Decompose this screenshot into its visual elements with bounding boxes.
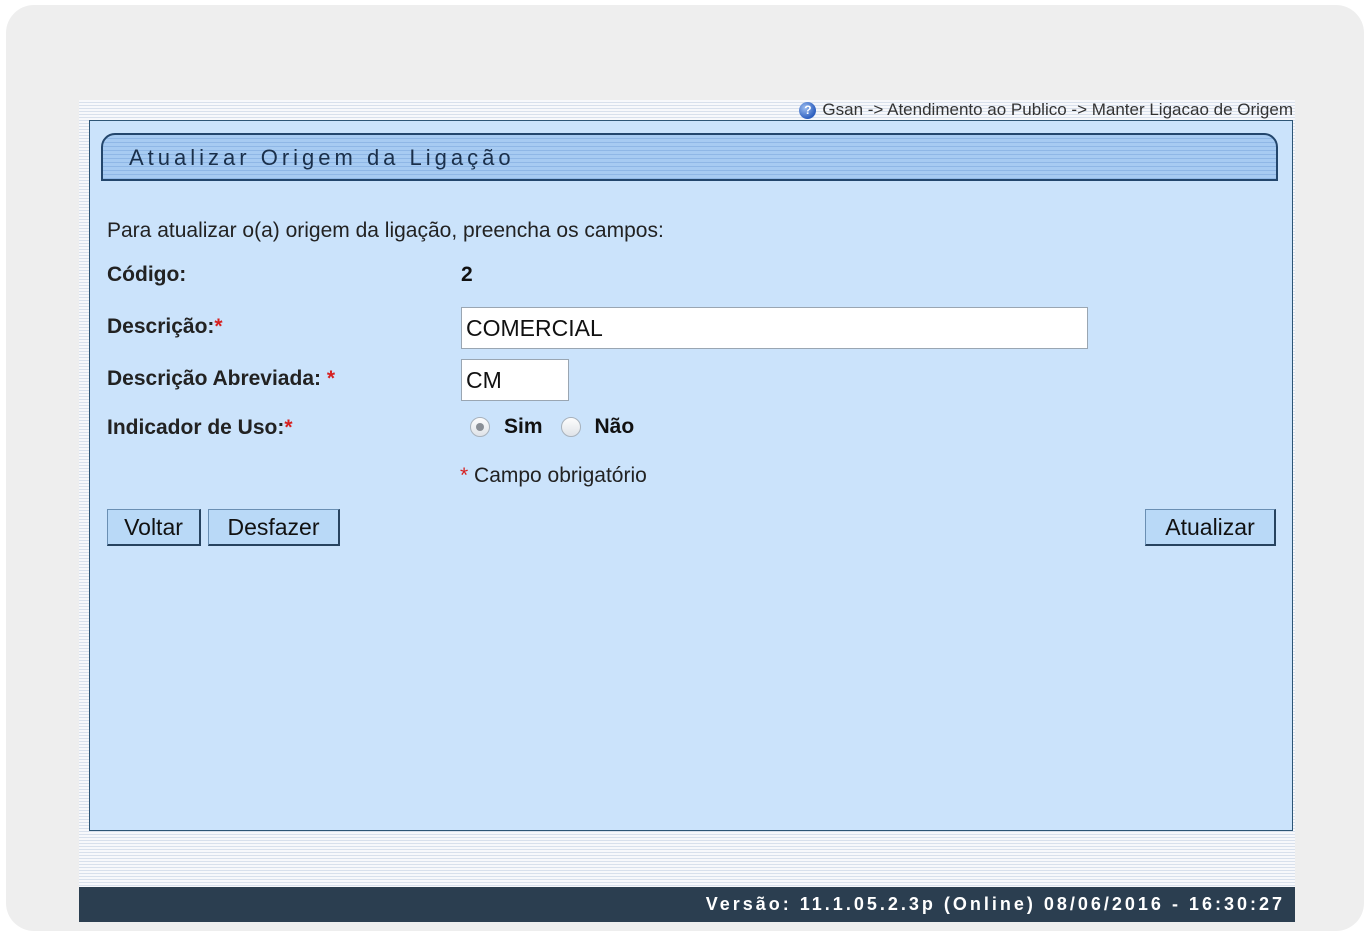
form-instructions: Para atualizar o(a) origem da ligação, p… — [107, 219, 664, 242]
desfazer-button[interactable]: Desfazer — [208, 509, 340, 546]
required-marker: * — [284, 416, 293, 439]
required-marker: * — [326, 367, 336, 390]
radio-nao[interactable] — [560, 417, 581, 437]
form-title-bar: Atualizar Origem da Ligação — [101, 133, 1278, 181]
descricao-abreviada-label-text: Descrição Abreviada: — [107, 367, 321, 390]
help-icon[interactable]: ? — [799, 101, 817, 119]
descricao-abreviada-input[interactable] — [461, 359, 569, 401]
descricao-label: Descrição:* — [107, 315, 223, 339]
voltar-button[interactable]: Voltar — [107, 509, 201, 546]
breadcrumb: ? Gsan -> Atendimento ao Publico -> Mant… — [799, 100, 1293, 120]
required-marker: * — [460, 464, 469, 487]
indicador-uso-radio-group: Sim Não — [470, 415, 652, 439]
page-container: ? Gsan -> Atendimento ao Publico -> Mant… — [79, 100, 1295, 922]
radio-sim-label[interactable]: Sim — [504, 415, 543, 439]
footer-bar: Versão: 11.1.05.2.3p (Online) 08/06/2016… — [79, 887, 1295, 922]
codigo-value: 2 — [461, 263, 473, 286]
codigo-label: Código: — [107, 263, 187, 286]
form-panel: Atualizar Origem da Ligação Para atualiz… — [89, 120, 1293, 831]
breadcrumb-text: Gsan -> Atendimento ao Publico -> Manter… — [822, 100, 1293, 119]
page-title: Atualizar Origem da Ligação — [129, 145, 515, 170]
descricao-input[interactable] — [461, 307, 1088, 349]
descricao-label-text: Descrição: — [107, 315, 215, 338]
required-note-text: Campo obrigatório — [474, 464, 647, 487]
radio-sim[interactable] — [470, 417, 490, 437]
indicador-uso-label: Indicador de Uso:* — [107, 416, 293, 440]
radio-nao-label[interactable]: Não — [595, 415, 635, 439]
atualizar-button[interactable]: Atualizar — [1145, 509, 1276, 546]
required-marker: * — [214, 315, 223, 338]
descricao-abreviada-label: Descrição Abreviada: * — [107, 367, 335, 391]
version-info: Versão: 11.1.05.2.3p (Online) 08/06/2016… — [705, 894, 1285, 914]
required-field-note: * Campo obrigatório — [460, 464, 647, 488]
indicador-uso-label-text: Indicador de Uso: — [107, 416, 285, 439]
